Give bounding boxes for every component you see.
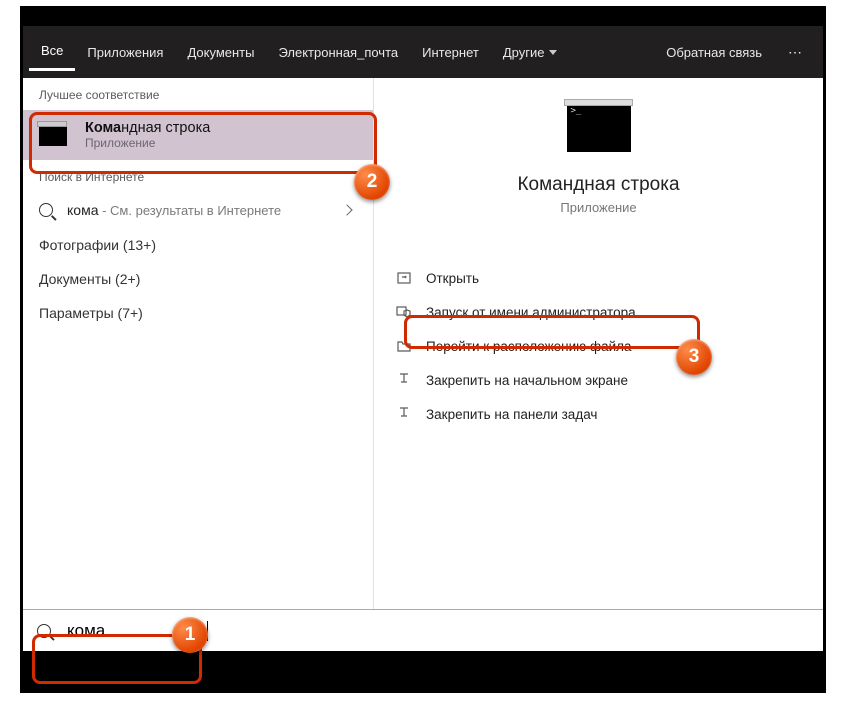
best-match-item[interactable]: Командная строка Приложение [23, 110, 373, 160]
best-match-title: Командная строка [85, 120, 210, 136]
tab-apps[interactable]: Приложения [75, 35, 175, 70]
web-query-text: кома [67, 202, 98, 218]
category-documents[interactable]: Документы (2+) [23, 262, 373, 296]
annotation-badge-3: 3 [676, 339, 712, 375]
annotation-badge-2: 2 [354, 164, 390, 200]
web-search-item[interactable]: кома - См. результаты в Интернете [23, 192, 373, 228]
feedback-link[interactable]: Обратная связь [654, 35, 774, 70]
search-icon [39, 203, 53, 217]
open-icon [396, 270, 412, 286]
action-open-location[interactable]: Перейти к расположению файла [388, 329, 809, 363]
tab-more-label: Другие [503, 45, 545, 60]
tab-all[interactable]: Все [29, 33, 75, 71]
tab-docs[interactable]: Документы [175, 35, 266, 70]
action-label: Закрепить на панели задач [426, 407, 597, 422]
action-label: Закрепить на начальном экране [426, 373, 628, 388]
category-settings[interactable]: Параметры (7+) [23, 296, 373, 330]
search-icon [37, 624, 51, 638]
app-icon-large [567, 104, 631, 152]
section-best-match: Лучшее соответствие [23, 78, 373, 110]
search-bar[interactable] [23, 609, 823, 651]
chevron-down-icon [549, 50, 557, 55]
action-open[interactable]: Открыть [388, 261, 809, 295]
best-match-subtitle: Приложение [85, 136, 210, 150]
action-run-as-admin[interactable]: Запуск от имени администратора [388, 295, 809, 329]
web-suffix-text: - См. результаты в Интернете [98, 203, 281, 218]
action-label: Перейти к расположению файла [426, 339, 632, 354]
results-left: Лучшее соответствие Командная строка При… [23, 78, 373, 609]
pin-start-icon [396, 372, 412, 388]
action-pin-taskbar[interactable]: Закрепить на панели задач [388, 397, 809, 431]
cmd-icon [39, 124, 67, 146]
shield-icon [396, 304, 412, 320]
preview-pane: Командная строка Приложение Открыть Запу… [373, 78, 823, 609]
tab-email[interactable]: Электронная_почта [266, 35, 410, 70]
tab-more[interactable]: Другие [491, 35, 570, 70]
app-title: Командная строка [374, 174, 823, 196]
action-label: Запуск от имени администратора [426, 305, 636, 320]
app-subtitle: Приложение [374, 200, 823, 215]
overflow-menu[interactable]: ⋯ [774, 34, 817, 71]
category-photos[interactable]: Фотографии (13+) [23, 228, 373, 262]
action-list: Открыть Запуск от имени администратора П… [374, 261, 823, 431]
search-panel: Все Приложения Документы Электронная_поч… [23, 26, 823, 651]
pin-taskbar-icon [396, 406, 412, 422]
annotation-badge-1: 1 [172, 617, 208, 653]
action-label: Открыть [426, 271, 479, 286]
chevron-right-icon [341, 204, 352, 215]
tab-web[interactable]: Интернет [410, 35, 491, 70]
section-web: Поиск в Интернете [23, 160, 373, 192]
action-pin-start[interactable]: Закрепить на начальном экране [388, 363, 809, 397]
folder-icon [396, 338, 412, 354]
filter-topbar: Все Приложения Документы Электронная_поч… [23, 26, 823, 78]
